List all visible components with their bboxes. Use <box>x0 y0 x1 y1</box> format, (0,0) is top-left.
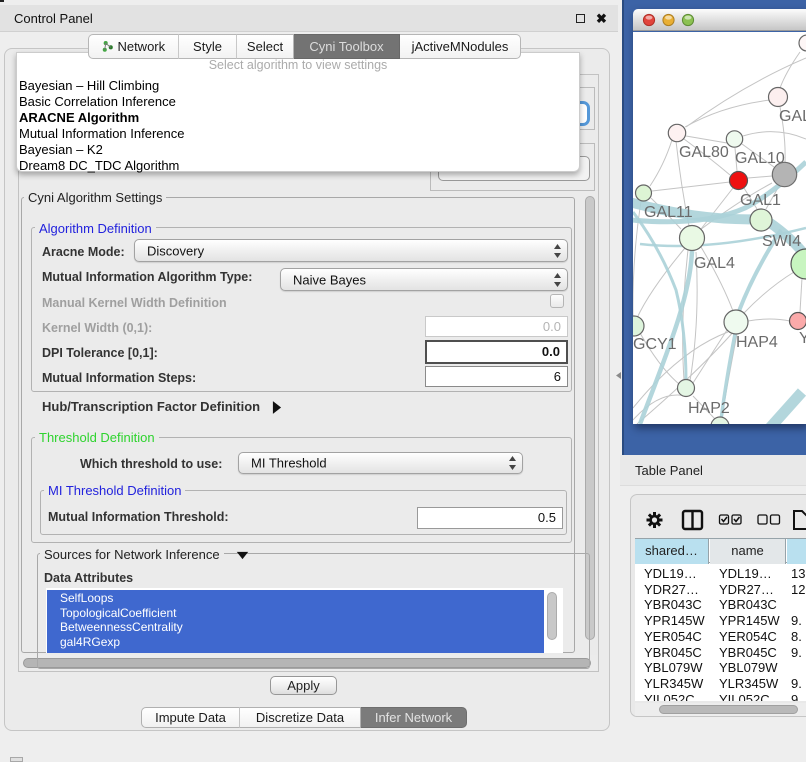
svg-text:YJR048W: YJR048W <box>799 330 806 347</box>
svg-text:GAL1: GAL1 <box>740 192 781 209</box>
svg-text:GAL10: GAL10 <box>735 150 785 167</box>
svg-text:GAL80: GAL80 <box>679 144 729 161</box>
svg-text:HAP4: HAP4 <box>736 334 778 351</box>
svg-text:GAL4: GAL4 <box>694 255 735 272</box>
svg-text:SWI4: SWI4 <box>762 233 801 250</box>
svg-text:GAL11: GAL11 <box>644 204 693 221</box>
svg-text:GCY1: GCY1 <box>633 336 677 353</box>
svg-text:GAL7: GAL7 <box>779 108 806 125</box>
svg-text:HAP2: HAP2 <box>688 400 730 417</box>
